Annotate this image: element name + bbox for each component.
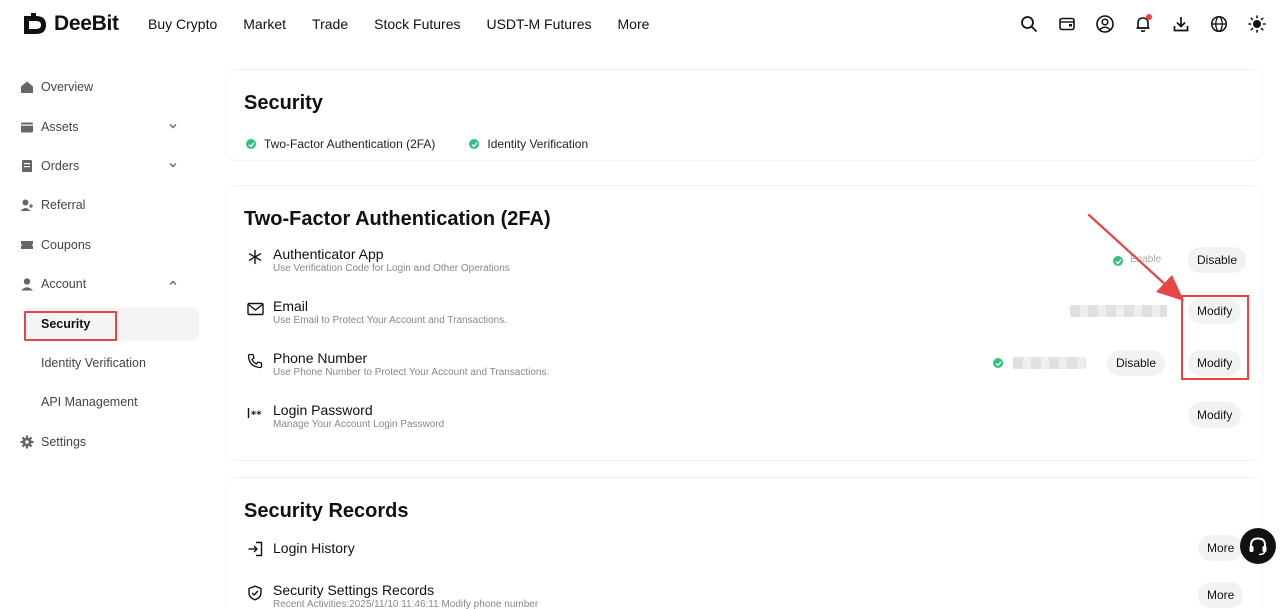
home-icon <box>20 80 34 94</box>
nav-more[interactable]: More <box>618 16 650 32</box>
sidebar-item-account[interactable]: Account <box>0 267 200 301</box>
check-icon <box>246 139 256 149</box>
records-row-login-history: Login History More <box>244 535 1244 578</box>
header-icons <box>1018 13 1268 35</box>
email-modify-button[interactable]: Modify <box>1188 298 1242 324</box>
sidebar-label: Orders <box>41 159 80 173</box>
section-title-records: Security Records <box>244 500 409 522</box>
sidebar-label: Account <box>41 277 87 291</box>
wallet-icon <box>20 120 34 134</box>
twofa-row-phone: Phone Number Use Phone Number to Protect… <box>244 350 1244 390</box>
check-icon <box>993 358 1003 368</box>
check-icon <box>469 139 480 149</box>
security-records-card: Security Records Login History More Secu… <box>226 478 1262 609</box>
row-subtitle: Use Verification Code for Login and Othe… <box>273 263 510 274</box>
sidebar-item-overview[interactable]: Overview <box>0 70 200 104</box>
coupon-icon <box>20 238 34 252</box>
row-title: Security Settings Records <box>273 582 435 598</box>
sidebar-label: Overview <box>41 80 94 94</box>
deebit-logo-icon <box>24 13 46 34</box>
annotation-arrow <box>1087 213 1184 301</box>
gear-icon <box>20 435 34 449</box>
phone-value-masked <box>1013 357 1086 369</box>
row-title: Phone Number <box>273 350 368 366</box>
mail-icon <box>246 300 264 318</box>
sidebar-item-settings[interactable]: Settings <box>0 425 200 459</box>
sidebar-item-assets[interactable]: Assets <box>0 110 200 144</box>
support-chat-button[interactable] <box>1240 528 1276 564</box>
main-nav: Buy Crypto Market Trade Stock Futures US… <box>148 16 675 32</box>
wallet-icon[interactable] <box>1056 13 1078 35</box>
row-title: Authenticator App <box>273 246 384 262</box>
shield-icon <box>246 584 264 602</box>
sidebar-label: Assets <box>41 120 79 134</box>
login-icon <box>246 540 264 558</box>
bell-icon[interactable] <box>1132 13 1154 35</box>
theme-sun-icon[interactable] <box>1246 13 1268 35</box>
headset-icon <box>1249 537 1267 556</box>
row-subtitle: Use Email to Protect Your Account and Tr… <box>273 315 508 326</box>
top-header: DeeBit Buy Crypto Market Trade Stock Fut… <box>0 0 1280 50</box>
sidebar-item-referral[interactable]: Referral <box>0 188 200 222</box>
nav-usdt-m-futures[interactable]: USDT-M Futures <box>486 16 591 32</box>
row-subtitle: Manage Your Account Login Password <box>273 419 445 430</box>
brand-logo[interactable]: DeeBit <box>22 12 119 36</box>
sidebar-sub-identity-verification[interactable]: Identity Verification <box>24 346 199 380</box>
chevron-up-icon[interactable] <box>168 278 178 288</box>
chevron-down-icon[interactable] <box>168 160 178 170</box>
phone-modify-button[interactable]: Modify <box>1188 350 1242 376</box>
row-subtitle: Recent Activities:2025/11/10 11:46:11 Mo… <box>273 599 539 609</box>
asterisk-icon <box>246 248 264 266</box>
phone-disable-button[interactable]: Disable <box>1107 350 1166 376</box>
status-identity-verification: Identity Verification <box>469 137 588 151</box>
security-overview-card: Security Two-Factor Authentication (2FA)… <box>226 70 1262 160</box>
sidebar-label: Coupons <box>41 238 92 252</box>
twofa-row-login-password: ** Login Password Manage Your Account Lo… <box>244 402 1244 442</box>
sidebar-sub-security[interactable]: Security <box>24 307 199 341</box>
nav-trade[interactable]: Trade <box>312 16 348 32</box>
nav-stock-futures[interactable]: Stock Futures <box>374 16 460 32</box>
row-title: Email <box>273 298 309 314</box>
download-icon[interactable] <box>1170 13 1192 35</box>
globe-icon[interactable] <box>1208 13 1230 35</box>
password-icon: ** <box>246 404 268 422</box>
sidebar-sub-api-management[interactable]: API Management <box>24 385 199 419</box>
status-2fa: Two-Factor Authentication (2FA) <box>246 137 435 151</box>
user-icon[interactable] <box>1094 13 1116 35</box>
sidebar-label: Referral <box>41 198 86 212</box>
row-title: Login Password <box>273 402 373 418</box>
nav-buy-crypto[interactable]: Buy Crypto <box>148 16 217 32</box>
sidebar-label: Settings <box>41 435 87 449</box>
sidebar-item-coupons[interactable]: Coupons <box>0 228 200 262</box>
user-icon <box>20 277 34 291</box>
page-title: Security <box>244 92 323 114</box>
status-label: Identity Verification <box>487 137 589 151</box>
status-label: Two-Factor Authentication (2FA) <box>264 137 436 151</box>
password-modify-button[interactable]: Modify <box>1188 402 1242 428</box>
referral-icon <box>20 198 34 212</box>
login-history-more-button[interactable]: More <box>1198 535 1244 561</box>
chevron-down-icon[interactable] <box>168 121 178 131</box>
section-title-2fa: Two-Factor Authentication (2FA) <box>244 208 551 230</box>
search-icon[interactable] <box>1018 13 1040 35</box>
brand-name: DeeBit <box>54 12 119 35</box>
settings-records-more-button[interactable]: More <box>1198 582 1244 608</box>
records-row-settings-records: Security Settings Records Recent Activit… <box>244 582 1244 609</box>
authenticator-disable-button[interactable]: Disable <box>1188 247 1247 273</box>
sidebar-item-orders[interactable]: Orders <box>0 149 200 183</box>
nav-market[interactable]: Market <box>243 16 286 32</box>
security-status-row: Two-Factor Authentication (2FA) Identity… <box>246 137 622 151</box>
row-title: Login History <box>273 540 355 556</box>
svg-text:**: ** <box>251 410 262 420</box>
orders-icon <box>20 159 34 173</box>
phone-icon <box>246 352 264 370</box>
notification-dot <box>1146 14 1152 20</box>
row-subtitle: Use Phone Number to Protect Your Account… <box>273 367 550 378</box>
